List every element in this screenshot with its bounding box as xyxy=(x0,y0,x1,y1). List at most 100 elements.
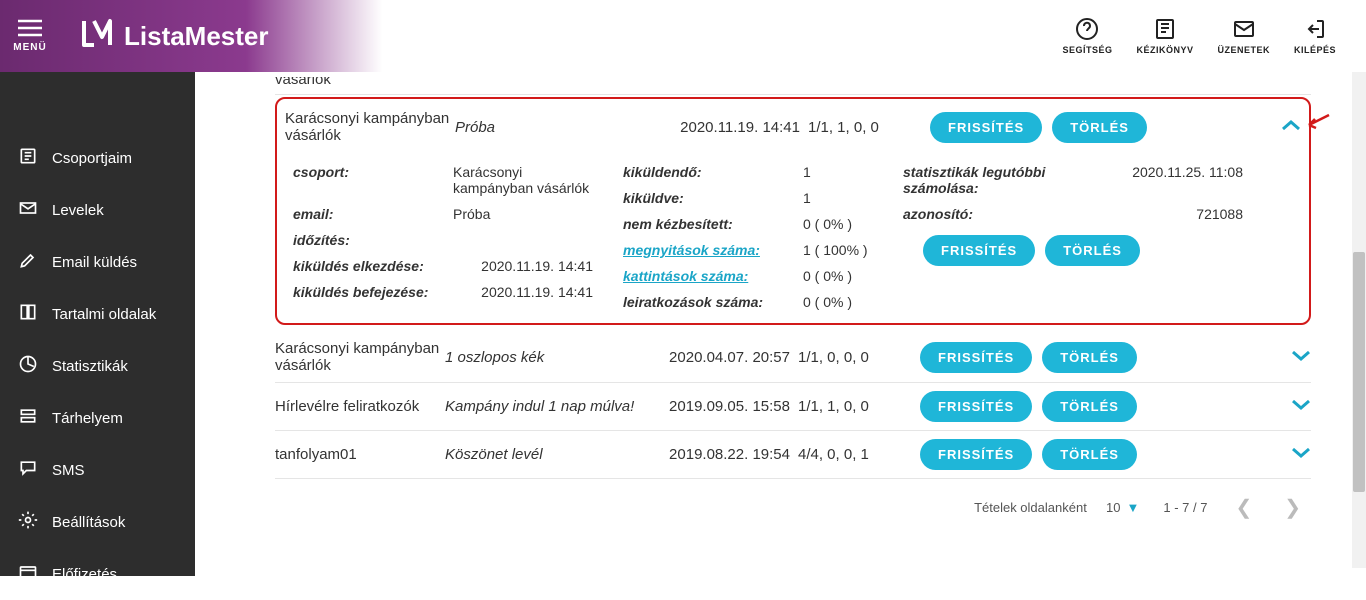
menu-label: MENÜ xyxy=(13,42,46,53)
cell-time: 2019.08.22. 19:54 xyxy=(655,446,790,463)
cell-group: Karácsonyi kampányban vásárlók xyxy=(275,341,445,374)
label-undelivered: nem kézbesített: xyxy=(623,216,733,232)
main-content: vásárlók Karácsonyi kampányban vásárlók … xyxy=(195,72,1351,576)
sidebar: Csoportjaim Levelek Email küldés Tartalm… xyxy=(0,72,195,576)
logo[interactable]: ListaMester xyxy=(80,15,269,58)
sidebar-label: Csoportjaim xyxy=(52,150,132,167)
delete-button[interactable]: TÖRLÉS xyxy=(1052,112,1147,143)
label-unsubs: leiratkozások száma: xyxy=(623,294,763,310)
messages-button[interactable]: ÜZENETEK xyxy=(1211,13,1276,59)
detail-col-2: kiküldendő:1 kiküldve:1 nem kézbesített:… xyxy=(623,159,873,315)
action-label: SEGÍTSÉG xyxy=(1062,45,1112,55)
page-size-select[interactable]: Tételek oldalanként 10 ▼ xyxy=(974,500,1139,515)
topbar-right: SEGÍTSÉG KÉZIKÖNYV ÜZENETEK KILÉPÉS xyxy=(1056,13,1342,59)
scrollbar-thumb[interactable] xyxy=(1353,252,1365,492)
sidebar-item-settings[interactable]: Beállítások xyxy=(0,496,195,548)
delete-button[interactable]: TÖRLÉS xyxy=(1042,391,1137,422)
groups-icon xyxy=(18,146,52,170)
label-send-end: kiküldés befejezése: xyxy=(293,284,428,300)
sidebar-label: Levelek xyxy=(52,202,104,219)
prev-page-button[interactable]: ❮ xyxy=(1231,495,1256,520)
value-send-start: 2020.11.19. 14:41 xyxy=(481,258,593,274)
sidebar-item-groups[interactable]: Csoportjaim xyxy=(0,132,195,184)
value-to-send: 1 xyxy=(803,164,873,180)
sidebar-label: Beállítások xyxy=(52,514,125,531)
table-footer: Tételek oldalanként 10 ▼ 1 - 7 / 7 ❮ ❯ xyxy=(275,479,1311,526)
help-button[interactable]: SEGÍTSÉG xyxy=(1056,13,1118,59)
cell-group: tanfolyam01 xyxy=(275,446,445,463)
sidebar-label: Statisztikák xyxy=(52,358,128,375)
expand-toggle[interactable] xyxy=(1291,346,1311,369)
refresh-button[interactable]: FRISSÍTÉS xyxy=(920,439,1032,470)
storage-icon xyxy=(18,406,52,430)
cell-stats: 4/4, 0, 0, 1 xyxy=(790,446,900,463)
topbar-left: MENÜ ListaMester xyxy=(0,0,269,72)
cell-stats: 1/1, 1, 0, 0 xyxy=(800,119,910,136)
cell-actions: FRISSÍTÉS TÖRLÉS xyxy=(920,342,1137,373)
menu-button[interactable]: MENÜ xyxy=(0,0,60,72)
help-icon xyxy=(1075,17,1099,45)
chart-icon xyxy=(18,354,52,378)
sidebar-item-subscription[interactable]: Előfizetés xyxy=(0,548,195,600)
value-clicks: 0 ( 0% ) xyxy=(803,268,873,284)
refresh-button[interactable]: FRISSÍTÉS xyxy=(923,235,1035,266)
delete-button[interactable]: TÖRLÉS xyxy=(1042,342,1137,373)
cell-email: Kampány indul 1 nap múlva! xyxy=(445,398,655,415)
chevron-down-icon xyxy=(1291,443,1311,465)
refresh-button[interactable]: FRISSÍTÉS xyxy=(920,342,1032,373)
partial-row-above: vásárlók xyxy=(275,77,1311,95)
sidebar-item-content[interactable]: Tartalmi oldalak xyxy=(0,288,195,340)
chevron-down-icon xyxy=(1291,395,1311,417)
cell-email: 1 oszlopos kék xyxy=(445,349,655,366)
sidebar-item-sms[interactable]: SMS xyxy=(0,444,195,496)
opens-link[interactable]: megnyitások száma: xyxy=(623,242,760,258)
cell-actions: FRISSÍTÉS TÖRLÉS xyxy=(920,391,1137,422)
refresh-button[interactable]: FRISSÍTÉS xyxy=(930,112,1042,143)
cell-actions: FRISSÍTÉS TÖRLÉS xyxy=(920,439,1137,470)
sidebar-item-stats[interactable]: Statisztikák xyxy=(0,340,195,392)
per-page-value: 10 xyxy=(1106,500,1120,515)
cell-stats: 1/1, 1, 0, 0 xyxy=(790,398,900,415)
clicks-link[interactable]: kattintások száma: xyxy=(623,268,748,284)
book-icon xyxy=(1153,17,1177,45)
delete-button[interactable]: TÖRLÉS xyxy=(1045,235,1140,266)
collapse-toggle[interactable] xyxy=(1281,116,1301,139)
label-group: csoport: xyxy=(293,164,349,180)
delete-button[interactable]: TÖRLÉS xyxy=(1042,439,1137,470)
logout-button[interactable]: KILÉPÉS xyxy=(1288,13,1342,59)
chevron-left-icon: ❮ xyxy=(1235,497,1252,519)
page-range: 1 - 7 / 7 xyxy=(1163,500,1207,515)
value-group: Karácsonyi kampányban vásárlók xyxy=(453,164,593,196)
expand-toggle[interactable] xyxy=(1291,443,1311,466)
sidebar-item-letters[interactable]: Levelek xyxy=(0,184,195,236)
sidebar-item-send[interactable]: Email küldés xyxy=(0,236,195,288)
logo-icon xyxy=(80,15,124,58)
expand-toggle[interactable] xyxy=(1291,395,1311,418)
next-page-button[interactable]: ❯ xyxy=(1280,495,1305,520)
label-id: azonosító: xyxy=(903,206,1083,222)
hamburger-icon xyxy=(18,19,42,42)
table-row: Hírlevélre feliratkozók Kampány indul 1 … xyxy=(275,383,1311,431)
value-opens: 1 ( 100% ) xyxy=(803,242,873,258)
cell-email: Köszönet levél xyxy=(445,446,655,463)
refresh-button[interactable]: FRISSÍTÉS xyxy=(920,391,1032,422)
label-email: email: xyxy=(293,206,333,222)
chat-icon xyxy=(18,458,52,482)
logout-icon xyxy=(1303,17,1327,45)
sidebar-item-storage[interactable]: Tárhelyem xyxy=(0,392,195,444)
detail-col-1: csoport: Karácsonyi kampányban vásárlók e… xyxy=(293,159,593,315)
sidebar-label: SMS xyxy=(52,462,85,479)
manual-button[interactable]: KÉZIKÖNYV xyxy=(1130,13,1199,59)
cell-time: 2020.11.19. 14:41 xyxy=(665,119,800,136)
scrollbar[interactable] xyxy=(1352,72,1366,568)
chevron-right-icon: ❯ xyxy=(1284,497,1301,519)
value-undelivered: 0 ( 0% ) xyxy=(803,216,873,232)
row-expanded-highlight: Karácsonyi kampányban vásárlók Próba 202… xyxy=(275,97,1311,325)
action-label: KÉZIKÖNYV xyxy=(1136,45,1193,55)
sidebar-label: Tartalmi oldalak xyxy=(52,306,156,323)
chevron-up-icon xyxy=(1281,116,1301,138)
label-to-send: kiküldendő: xyxy=(623,164,702,180)
table-row: tanfolyam01 Köszönet levél 2019.08.22. 1… xyxy=(275,431,1311,479)
detail-col-3: statisztikák legutóbbi számolása:2020.11… xyxy=(903,159,1243,315)
action-label: ÜZENETEK xyxy=(1217,45,1270,55)
